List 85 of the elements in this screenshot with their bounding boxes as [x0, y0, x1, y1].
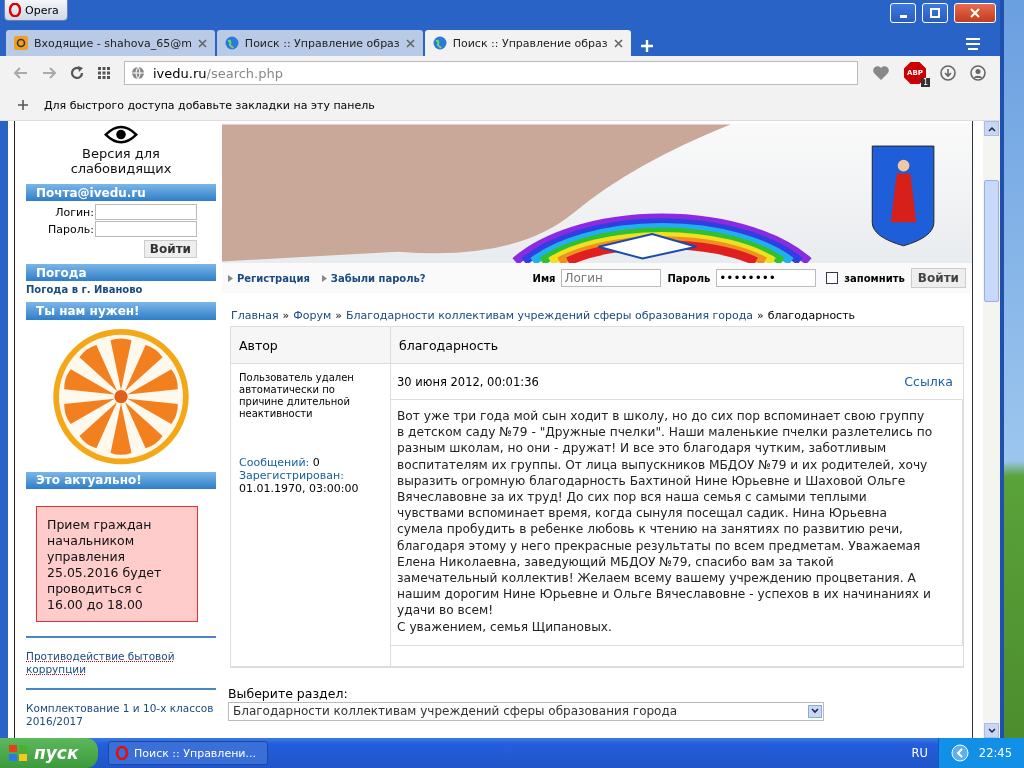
- stat-value: 01.01.1970, 03:00:00: [239, 482, 359, 495]
- username-field[interactable]: Логин: [561, 269, 662, 287]
- maximize-icon: [930, 8, 940, 18]
- remember-label: запомнить: [844, 272, 905, 284]
- password-field[interactable]: [95, 221, 197, 238]
- name-label: Имя: [532, 272, 556, 284]
- chevron-left-icon[interactable]: [950, 744, 969, 762]
- topic-title: благодарность: [399, 337, 499, 353]
- opera-menu-button[interactable]: Opera: [4, 0, 68, 21]
- browser-tab[interactable]: Входящие - shahova_65@m: [6, 30, 215, 56]
- post-text: Вот уже три года мой сын ходит в школу, но до сих пор вспоминает свою группу в детском саду №79 - "Дружные пчелки". Наши маленькие пчелки разлетелись по разным школам, но они - дружат! И все это благодаря чутким, заботливым воспитателям их группы. От лица выпускников МБДОУ №79 и их родителей, хочу выразить огромную благодарность Бахтиной Нине Юрьевне и Шаховой Ольге Вячеславовне за их труд! До сих пор вся наша семья с самыми теплыми чувствами вспоминает время, когда сынуля посещал садик. Нина Юрьевна сумела пробудить в ребенке любовь к чтению на занятиях по развитию речи, благодаря этому у него прекрасные результаты по всем предметам. Уважаемая Елена Николаевна, заведующий МБДОУ №79, спасибо вам за такой замечательный коллектив! Желаем всему вашему учреждению процветания. А нашим дорогим Нине Юрьевне и Ольге Вячеславовне - успехов в их начинаниях и удачи во всем! С уважением, семья Щипановых.: [397, 409, 933, 634]
- address-field[interactable]: ivedu.ru/search.php: [124, 61, 858, 85]
- section-dropdown[interactable]: Благодарности коллективам учреждений сферы образования города: [228, 701, 824, 721]
- globe-icon: [432, 36, 447, 50]
- grid-icon[interactable]: [98, 67, 110, 79]
- caret-icon: [811, 708, 819, 715]
- browser-tab[interactable]: Поиск :: Управление образ: [216, 30, 423, 56]
- breadcrumb-link[interactable]: Форум: [293, 309, 332, 322]
- browser-tab[interactable]: Поиск :: Управление образ: [424, 30, 631, 56]
- globe-icon: [131, 66, 145, 80]
- section-header: Ты нам нужен!: [26, 302, 216, 320]
- section-header: Это актуально!: [26, 471, 216, 489]
- weather-link[interactable]: Погода в г. Иваново: [26, 284, 216, 296]
- close-icon: [970, 8, 980, 18]
- minimize-icon: [899, 14, 907, 18]
- bullet-icon: [321, 274, 327, 282]
- permalink[interactable]: Ссылка: [904, 374, 953, 389]
- bullet-icon: [228, 274, 233, 282]
- download-icon[interactable]: [940, 65, 956, 81]
- heart-icon[interactable]: [872, 65, 890, 81]
- breadcrumb-link[interactable]: Главная: [231, 309, 279, 322]
- login-label: Логин:: [55, 205, 94, 219]
- clock: 22:45: [978, 746, 1012, 760]
- scroll-up-icon[interactable]: [987, 125, 996, 132]
- close-tab-icon[interactable]: [613, 38, 623, 48]
- password-field[interactable]: ••••••••: [716, 269, 817, 287]
- close-tab-icon[interactable]: [405, 38, 415, 48]
- select-label: Выберите раздел:: [228, 685, 349, 701]
- maximize-button[interactable]: [922, 3, 948, 23]
- breadcrumb-separator: »: [757, 309, 764, 322]
- language-indicator[interactable]: RU: [911, 746, 928, 760]
- at-sign-icon: [14, 36, 28, 50]
- scrollbar[interactable]: [983, 121, 1000, 738]
- sidebar-link[interactable]: Противодействие бытовой коррупции: [26, 650, 216, 676]
- remember-checkbox[interactable]: [826, 272, 839, 284]
- bookmarks-hint: Для быстрого доступа добавьте закладки на эту панель: [44, 98, 375, 112]
- password-label: Пароль: [667, 272, 711, 284]
- login-button[interactable]: Войти: [910, 268, 966, 288]
- register-link[interactable]: Регистрация: [237, 272, 310, 284]
- forgot-password-link[interactable]: Забыли пароль?: [330, 272, 426, 284]
- password-label: Пароль:: [48, 222, 94, 236]
- close-button[interactable]: [954, 3, 996, 23]
- close-tab-icon[interactable]: [197, 38, 207, 48]
- author-name: Пользователь удален автоматически по причине длительной неактивности: [239, 372, 355, 420]
- scroll-down-icon[interactable]: [987, 727, 996, 734]
- column-header: Автор: [239, 337, 278, 353]
- opera-logo-icon: [115, 746, 129, 760]
- windows-logo-icon: [8, 744, 28, 762]
- add-bookmark-icon[interactable]: [18, 100, 28, 110]
- globe-icon: [224, 36, 239, 50]
- minimize-button[interactable]: [890, 3, 916, 23]
- section-header: Погода: [26, 264, 216, 282]
- post-date: 30 июня 2012, 00:01:36: [397, 374, 539, 389]
- breadcrumb-current: благодарность: [767, 309, 856, 322]
- opera-logo-icon: [9, 3, 21, 17]
- new-tab-icon[interactable]: [640, 40, 653, 52]
- sidebar-link[interactable]: Комплектование 1 и 10-х классов 2016/2017: [26, 702, 216, 728]
- stat-label: Сообщений:: [239, 456, 310, 469]
- stat-value: 0: [312, 456, 320, 469]
- section-header: Почта@ivedu.ru: [26, 184, 216, 202]
- scroll-thumb[interactable]: [984, 180, 999, 302]
- breadcrumb-link[interactable]: Благодарности коллективам учреждений сферы образования города: [346, 309, 754, 322]
- breadcrumb-separator: »: [282, 309, 290, 322]
- breadcrumb-separator: »: [335, 309, 342, 322]
- notice-box: Прием граждан начальником управления 25.05.2016 будет проводиться с 16.00 до 18.00: [36, 506, 198, 622]
- account-icon[interactable]: [970, 65, 986, 81]
- accessibility-link[interactable]: Версия для слабовидящих: [56, 146, 186, 177]
- login-field[interactable]: [95, 204, 197, 221]
- taskbar-button[interactable]: Поиск :: Управлени...: [108, 741, 268, 765]
- eye-icon[interactable]: [104, 125, 138, 145]
- menu-icon[interactable]: [966, 38, 980, 50]
- login-button[interactable]: Войти: [143, 240, 197, 259]
- coat-of-arms-icon: [871, 145, 935, 247]
- stat-label: Зарегистрирован:: [239, 469, 344, 482]
- reload-icon[interactable]: [70, 66, 84, 80]
